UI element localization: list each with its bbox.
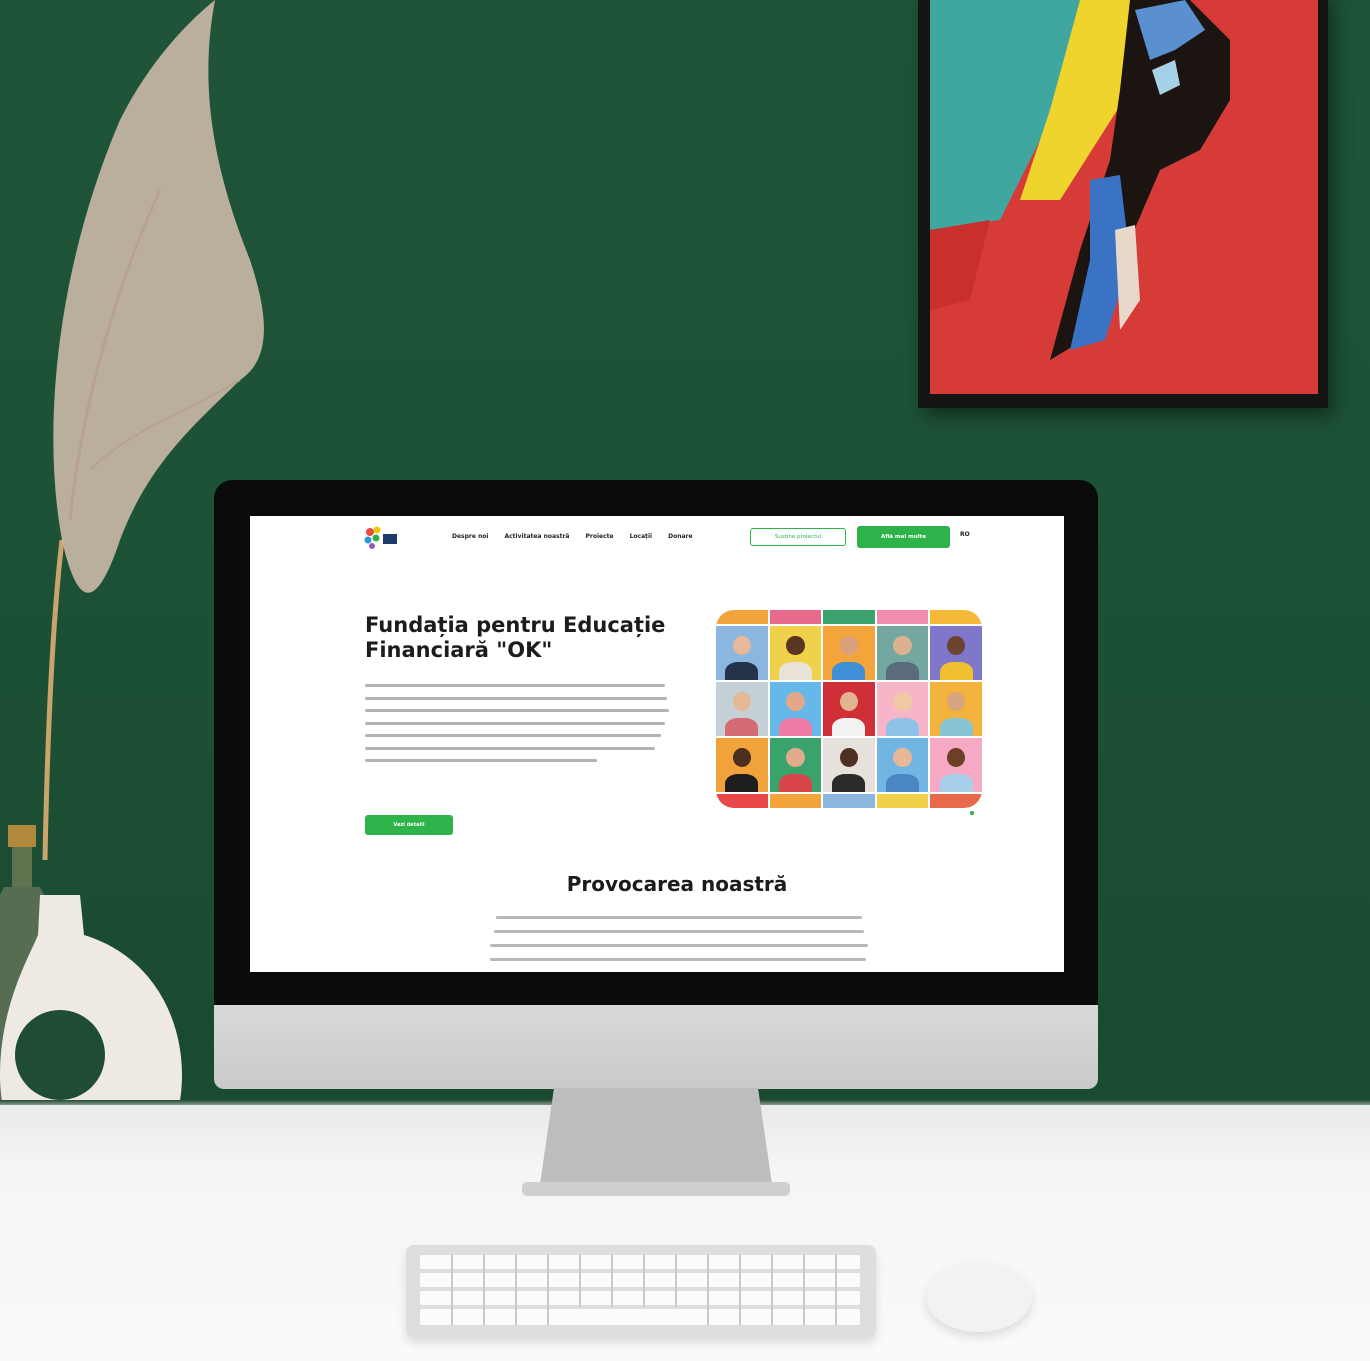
monitor-chin (214, 1005, 1098, 1089)
portrait-tile (930, 682, 982, 736)
hero-paragraph (365, 684, 671, 788)
portrait-tile (823, 610, 875, 624)
nav-item-donare[interactable]: Donare (668, 533, 692, 540)
main-nav: Despre noi Activitatea noastră Proiecte … (452, 528, 693, 544)
portrait-tile (876, 610, 929, 624)
ok-logo[interactable] (362, 524, 402, 552)
nav-item-activitatea[interactable]: Activitatea noastră (504, 533, 569, 540)
screen: Despre noi Activitatea noastră Proiecte … (250, 516, 1064, 972)
portrait-tile (823, 794, 875, 808)
portrait-tile (716, 682, 768, 736)
section-paragraph (490, 916, 868, 972)
hero-title: Fundația pentru Educație Financiară "OK" (365, 613, 666, 662)
portrait-tile (769, 610, 822, 624)
hero-cta-button[interactable]: Vezi detalii (365, 815, 453, 835)
language-selector[interactable]: RO (960, 531, 970, 538)
donate-button[interactable]: Află mai multe (857, 526, 950, 548)
nav-item-despre-noi[interactable]: Despre noi (452, 533, 488, 540)
portrait-tile (769, 738, 822, 792)
keyboard (406, 1245, 876, 1337)
portrait-tile (876, 626, 929, 680)
portrait-tile (769, 794, 822, 808)
portrait-tile (716, 626, 768, 680)
portrait-tile (930, 610, 982, 624)
nav-item-proiecte[interactable]: Proiecte (585, 533, 613, 540)
portrait-grid (716, 610, 982, 808)
portrait-tile (716, 794, 768, 808)
portrait-tile (769, 626, 822, 680)
painting (930, 0, 1318, 394)
support-button[interactable]: Susține proiectul (750, 528, 846, 546)
section-title: Provocarea noastră (566, 872, 788, 896)
portrait-tile (876, 794, 929, 808)
portrait-tile (823, 682, 875, 736)
portrait-tile (769, 682, 822, 736)
portrait-tile (930, 738, 982, 792)
portrait-tile (876, 738, 929, 792)
carousel-dot[interactable] (970, 811, 974, 815)
photo-scene: Despre noi Activitatea noastră Proiecte … (0, 0, 1370, 1361)
portrait-tile (823, 626, 875, 680)
portrait-tile (716, 738, 768, 792)
monitor-stand (522, 1088, 790, 1196)
portrait-tile (930, 626, 982, 680)
portrait-tile (823, 738, 875, 792)
portrait-tile (930, 794, 982, 808)
mouse (926, 1262, 1032, 1332)
nav-item-locatii[interactable]: Locații (630, 533, 653, 540)
portrait-tile (716, 610, 768, 624)
portrait-tile (876, 682, 929, 736)
